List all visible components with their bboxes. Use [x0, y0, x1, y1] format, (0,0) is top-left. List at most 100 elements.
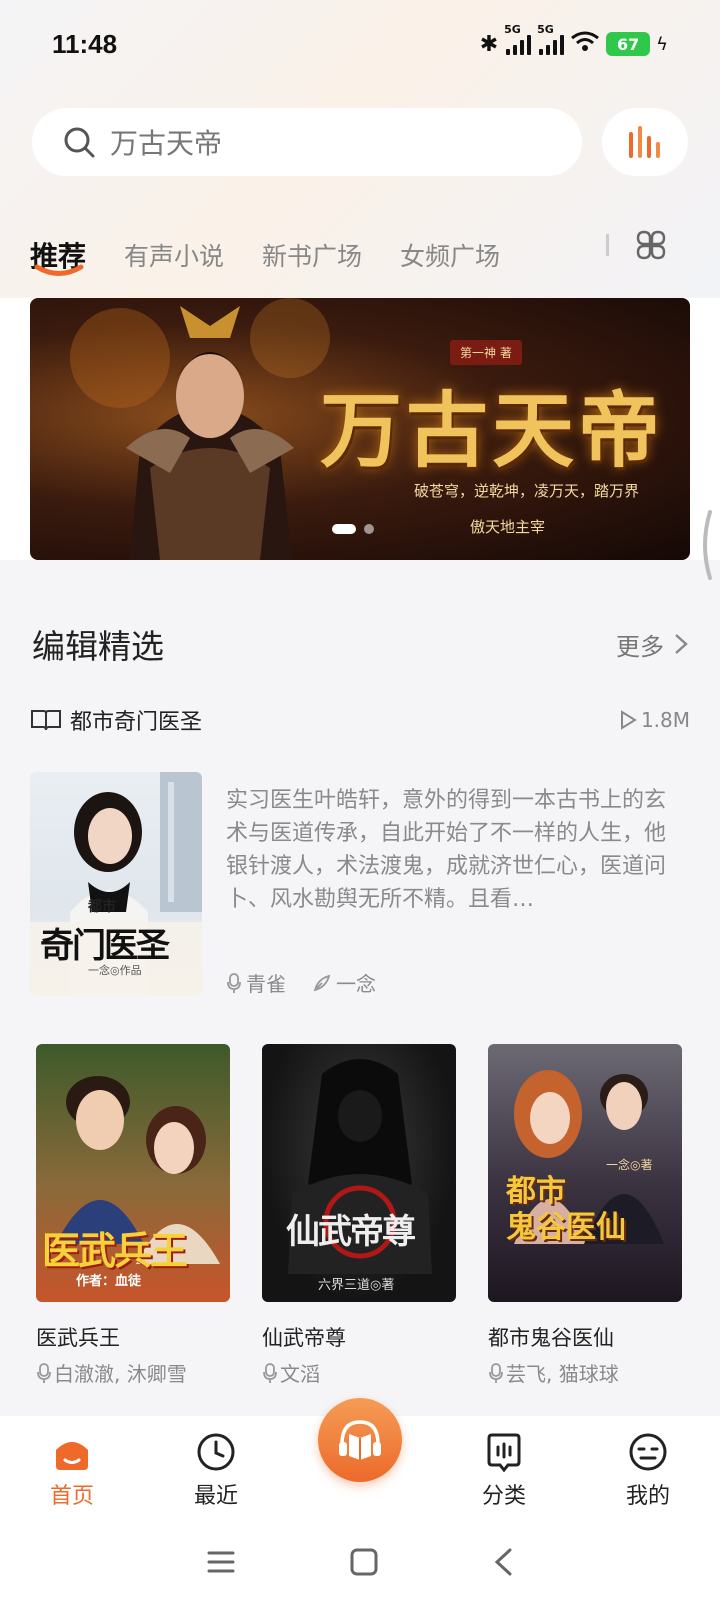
tab-grid-icon[interactable] — [634, 228, 668, 262]
clock-icon — [197, 1433, 235, 1471]
featured-book-description: 实习医生叶皓轩，意外的得到一本古书上的玄术与医道传承，自此开始了不一样的人生，他… — [226, 788, 667, 912]
side-drawer-handle[interactable] — [700, 510, 712, 580]
book-cover[interactable]: 一念◎著 都市 鬼谷医仙 — [488, 1044, 682, 1302]
nav-profile-label: 我的 — [625, 1484, 670, 1509]
audio-bars-button[interactable] — [602, 108, 688, 176]
featured-book-cover[interactable]: 都市 奇门医圣 一念◎作品 — [30, 772, 202, 996]
book-title: 都市鬼谷医仙 — [488, 1326, 614, 1350]
narrator-names: 芸飞, 猫球球 — [506, 1362, 619, 1386]
featured-book-card[interactable]: 都市 奇门医圣 一念◎作品 实习医生叶皓轩，意外的得到一本古书上的玄术与医道传承… — [30, 772, 690, 998]
active-tab-indicator — [34, 264, 84, 276]
microphone-icon — [263, 1362, 277, 1383]
signal-icon: 5G — [504, 23, 532, 55]
charging-icon: ϟ — [656, 33, 668, 55]
cover-main-text: 都市 鬼谷医仙 — [506, 1174, 626, 1245]
featured-book-header[interactable]: 都市奇门医圣 1.8M — [30, 704, 690, 736]
status-icons: ✱ 5G 5G 67 ϟ — [479, 23, 668, 58]
author-name: 一念 — [336, 972, 376, 996]
book-cover[interactable]: 医武兵王 作者：血徒 — [36, 1044, 230, 1302]
bluetooth-icon: ✱ — [479, 31, 499, 57]
book-narrators: 芸飞, 猫球球 — [488, 1358, 682, 1387]
network-type-label: 5G — [504, 23, 521, 36]
book-item[interactable]: 一念◎著 都市 鬼谷医仙 都市鬼谷医仙 芸飞, 猫球球 — [488, 1044, 682, 1387]
play-count-value: 1.8M — [640, 708, 690, 732]
book-cover[interactable]: 仙武帝尊 六界三道◎著 — [262, 1044, 456, 1302]
tab-new-books[interactable]: 新书广场 — [262, 237, 362, 273]
home-icon — [56, 1442, 88, 1470]
cover-top-text: 都市 — [88, 899, 116, 915]
chevron-right-icon — [675, 634, 688, 654]
microphone-icon — [227, 972, 241, 993]
microphone-icon — [489, 1362, 503, 1383]
carousel-indicator — [332, 524, 374, 534]
category-icon — [487, 1433, 521, 1472]
nav-category[interactable]: 分类 — [449, 1432, 559, 1510]
pen-icon — [313, 974, 331, 991]
wifi-icon — [570, 30, 600, 58]
narrator-name: 青雀 — [246, 972, 286, 996]
search-suggestion-text: 万古天帝 — [110, 127, 223, 160]
nav-category-label: 分类 — [481, 1484, 526, 1509]
cover-artwork — [288, 1059, 432, 1274]
banner-title: 万古天帝 — [320, 383, 665, 479]
battery-icon: 67 — [606, 32, 651, 56]
cover-main-text: 医武兵王 — [42, 1228, 188, 1273]
cover-author-text: 作者：血徒 — [76, 1274, 142, 1289]
nav-home-label: 首页 — [49, 1484, 94, 1509]
menu-icon[interactable] — [206, 1549, 236, 1575]
book-item[interactable]: 仙武帝尊 六界三道◎著 仙武帝尊 文滔 — [262, 1044, 456, 1387]
tabs-divider — [606, 234, 609, 256]
search-input[interactable]: 万古天帝 — [32, 108, 582, 176]
promo-banner[interactable]: 第一神 著 万古天帝 破苍穹，逆乾坤，凌万天，踏万界 傲天地主宰 — [30, 298, 690, 560]
tab-female-channel[interactable]: 女频广场 — [400, 237, 500, 273]
banner-author-badge: 第一神 著 — [450, 340, 522, 365]
nav-profile[interactable]: 我的 — [593, 1432, 703, 1510]
book-narrators: 文滔 — [262, 1358, 456, 1387]
play-count: 1.8M — [619, 708, 690, 732]
search-row: 万古天帝 — [32, 108, 688, 176]
cover-author-text: 六界三道◎著 — [318, 1278, 395, 1293]
status-time: 11:48 — [52, 28, 118, 59]
banner-area: 第一神 著 万古天帝 破苍穹，逆乾坤，凌万天，踏万界 傲天地主宰 — [0, 298, 720, 560]
back-icon[interactable] — [492, 1547, 514, 1577]
nav-recent-label: 最近 — [193, 1484, 238, 1509]
more-link[interactable]: 更多 — [616, 627, 688, 662]
carousel-dot-active — [332, 524, 356, 534]
book-title: 医武兵王 — [36, 1326, 120, 1350]
book-title: 仙武帝尊 — [262, 1326, 346, 1350]
cover-author-text: 一念◎作品 — [88, 964, 142, 977]
play-icon — [620, 710, 637, 730]
search-icon — [64, 127, 95, 158]
author: 一念 — [312, 968, 376, 997]
book-item[interactable]: 医武兵王 作者：血徒 医武兵王 白澈澈, 沐卿雪 — [36, 1044, 230, 1387]
book-grid: 医武兵王 作者：血徒 医武兵王 白澈澈, 沐卿雪 仙武帝尊 六界三道◎著 仙武帝… — [36, 1044, 696, 1387]
cover-main-text: 奇门医圣 — [40, 926, 170, 966]
narrator: 青雀 — [226, 968, 286, 997]
more-label: 更多 — [616, 632, 664, 661]
section-title: 编辑精选 — [32, 627, 164, 666]
featured-book-meta: 青雀 一念 — [226, 968, 376, 997]
tab-audio-novels[interactable]: 有声小说 — [124, 237, 224, 273]
cover-author-text: 一念◎著 — [606, 1158, 653, 1172]
network-type-label: 5G — [537, 23, 554, 36]
banner-tagline-2: 傲天地主宰 — [470, 518, 546, 536]
featured-book-name: 都市奇门医圣 — [30, 704, 202, 736]
carousel-dot — [364, 524, 374, 534]
player-button[interactable] — [318, 1398, 402, 1482]
banner-tagline: 破苍穹，逆乾坤，凌万天，踏万界 — [414, 482, 640, 500]
status-bar: 11:48 ✱ 5G 5G 67 ϟ — [0, 0, 720, 88]
home-square-icon[interactable] — [349, 1547, 379, 1577]
nav-home[interactable]: 首页 — [17, 1432, 127, 1510]
signal-icon: 5G — [537, 23, 565, 55]
narrator-names: 白澈澈, 沐卿雪 — [54, 1362, 187, 1386]
nav-recent[interactable]: 最近 — [161, 1432, 271, 1510]
section-header: 编辑精选 更多 — [32, 620, 688, 668]
featured-book-title: 都市奇门医圣 — [70, 710, 203, 735]
category-tabs: 推荐 有声小说 新书广场 女频广场 — [30, 220, 690, 290]
cover-artwork — [514, 1070, 664, 1244]
profile-icon — [629, 1433, 667, 1471]
system-navigation-bar — [0, 1524, 720, 1600]
cover-main-text: 仙武帝尊 — [286, 1212, 416, 1252]
narrator-names: 文滔 — [280, 1362, 320, 1386]
book-narrators: 白澈澈, 沐卿雪 — [36, 1358, 230, 1387]
